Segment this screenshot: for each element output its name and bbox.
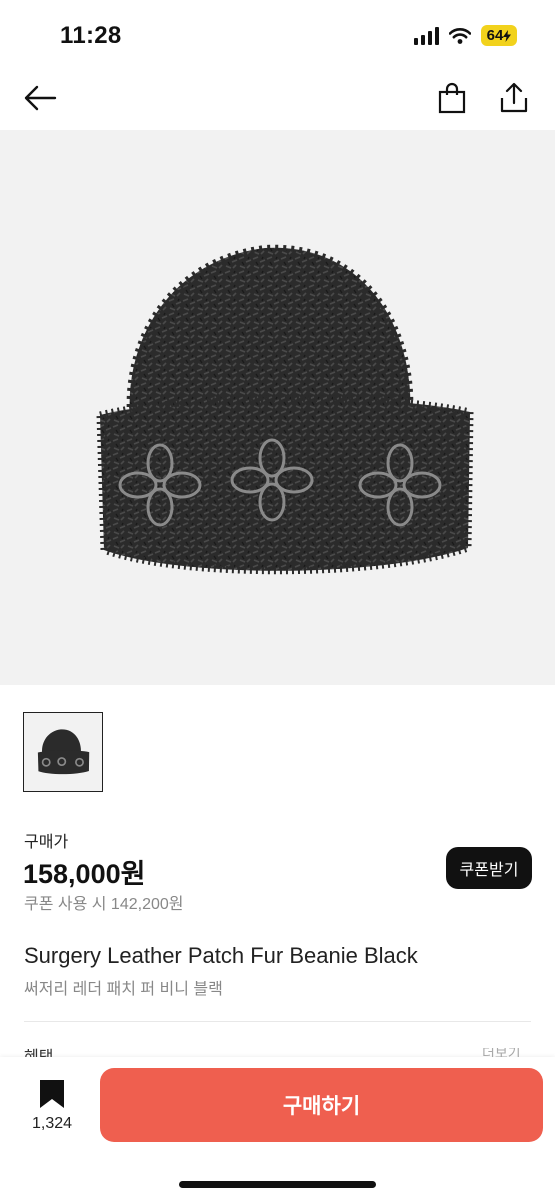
coupon-button[interactable]: 쿠폰받기 — [446, 847, 532, 889]
buy-button[interactable]: 구매하기 — [100, 1068, 543, 1142]
coupon-price: 쿠폰 사용 시 142,200원 — [24, 896, 184, 913]
back-arrow-icon — [24, 85, 57, 111]
cellular-signal-icon — [414, 26, 439, 45]
bookmark-count: 1,324 — [31, 1115, 73, 1132]
product-price: 158,000원 — [23, 859, 146, 889]
bookmark-button[interactable]: 1,324 — [20, 1079, 84, 1139]
fur-beanie-image — [96, 244, 474, 575]
bottom-action-bar: 1,324 구매하기 — [0, 1057, 555, 1200]
product-name-korean: 써저리 레더 패치 퍼 비니 블랙 — [24, 981, 223, 998]
status-time: 11:28 — [60, 22, 122, 49]
nav-bar — [0, 66, 555, 130]
wifi-icon — [449, 27, 471, 44]
product-image[interactable] — [0, 130, 555, 685]
share-icon — [500, 82, 528, 113]
home-indicator — [179, 1181, 376, 1188]
status-bar: 11:28 64 — [0, 0, 555, 66]
battery-charging-icon: 64 — [481, 25, 517, 46]
product-thumbnail[interactable] — [23, 712, 103, 792]
status-icons: 64 — [414, 25, 517, 46]
battery-level: 64 — [486, 27, 504, 44]
fur-beanie-thumbnail — [37, 729, 90, 775]
shopping-bag-icon — [438, 82, 466, 114]
shopping-bag-button[interactable] — [434, 80, 470, 116]
divider — [24, 1021, 531, 1022]
product-name: Surgery Leather Patch Fur Beanie Black — [24, 943, 418, 968]
bookmark-icon — [40, 1080, 64, 1108]
back-button[interactable] — [22, 80, 58, 116]
share-button[interactable] — [496, 80, 532, 116]
price-label: 구매가 — [24, 834, 69, 851]
